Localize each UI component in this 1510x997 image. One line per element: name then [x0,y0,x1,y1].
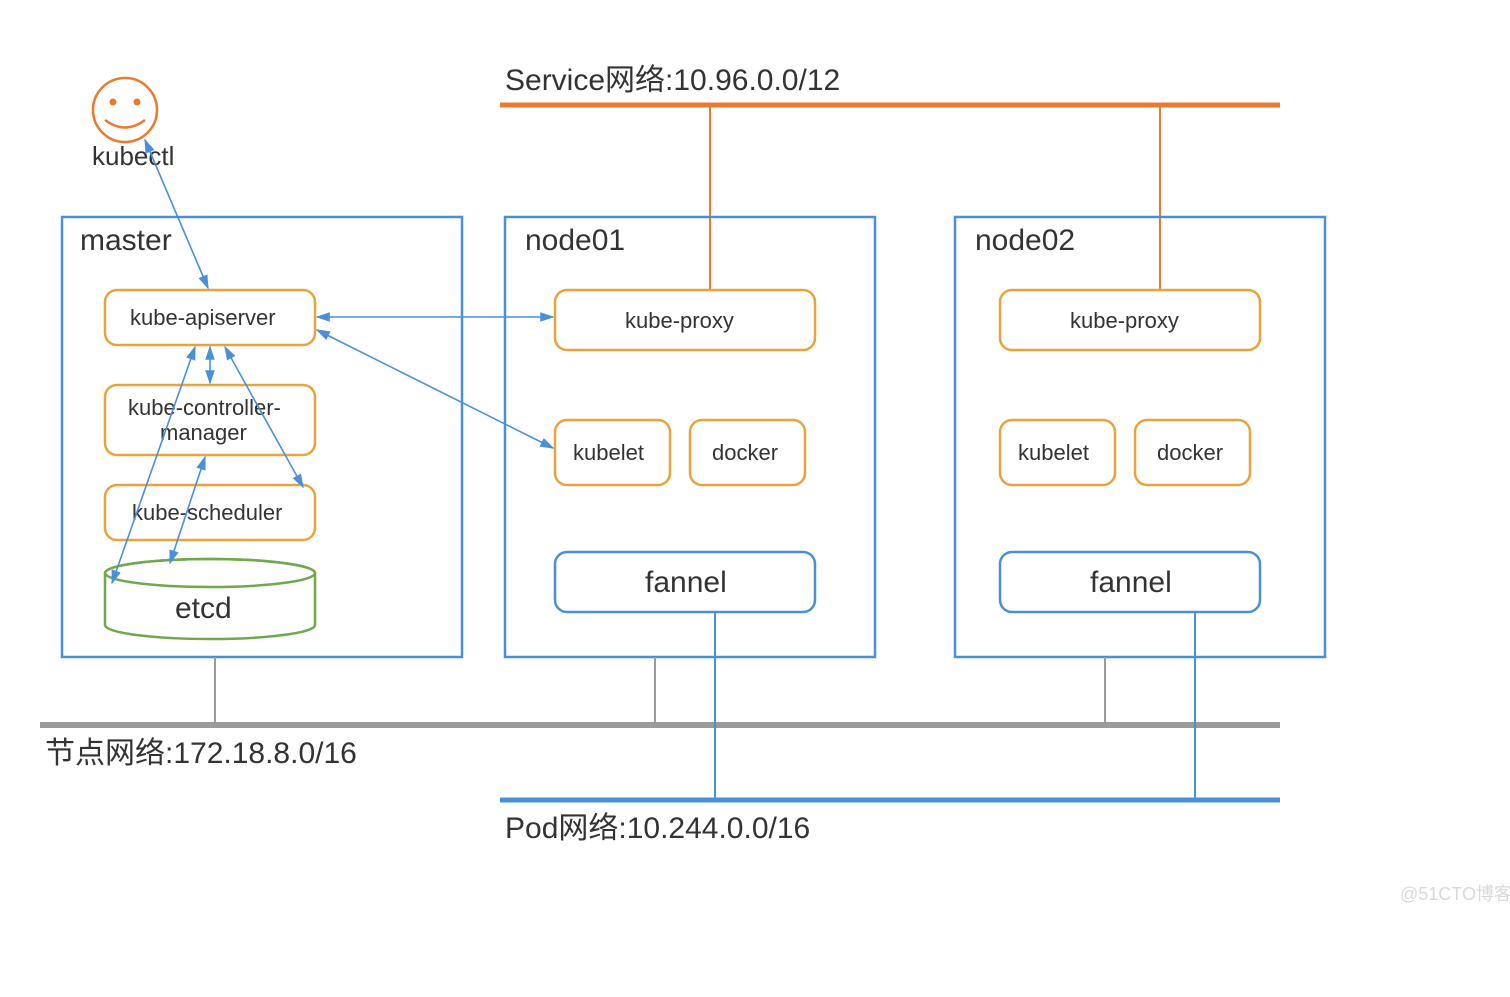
watermark: @51CTO博客 [1400,884,1510,904]
kubectl-label: kubectl [92,141,174,171]
node02-kube-proxy-label: kube-proxy [1070,308,1179,333]
node01-kubelet-label: kubelet [573,440,644,465]
etcd-label: etcd [175,592,232,625]
node01-flannel-label: fannel [645,566,727,599]
kubectl-icon [93,78,157,142]
kube-scheduler-label: kube-scheduler [132,500,282,525]
service-network-label: Service网络:10.96.0.0/12 [505,64,840,97]
pod-network-label: Pod网络:10.244.0.0/16 [505,812,810,845]
arrow-api-etcd-left [112,347,195,583]
kube-controller-label2: manager [160,420,247,445]
node01-docker-label: docker [712,440,778,465]
node02-flannel-label: fannel [1090,566,1172,599]
kube-apiserver-label: kube-apiserver [130,305,276,330]
arrow-api-kubelet [317,330,553,448]
master-title: master [80,224,172,257]
node02-docker-label: docker [1157,440,1223,465]
node01-kube-proxy-label: kube-proxy [625,308,734,333]
node02-title: node02 [975,224,1075,257]
arrow-kubectl-apiserver [145,140,208,288]
node-network-label: 节点网络:172.18.8.0/16 [45,737,357,770]
node02-kubelet-label: kubelet [1018,440,1089,465]
node01-title: node01 [525,224,625,257]
